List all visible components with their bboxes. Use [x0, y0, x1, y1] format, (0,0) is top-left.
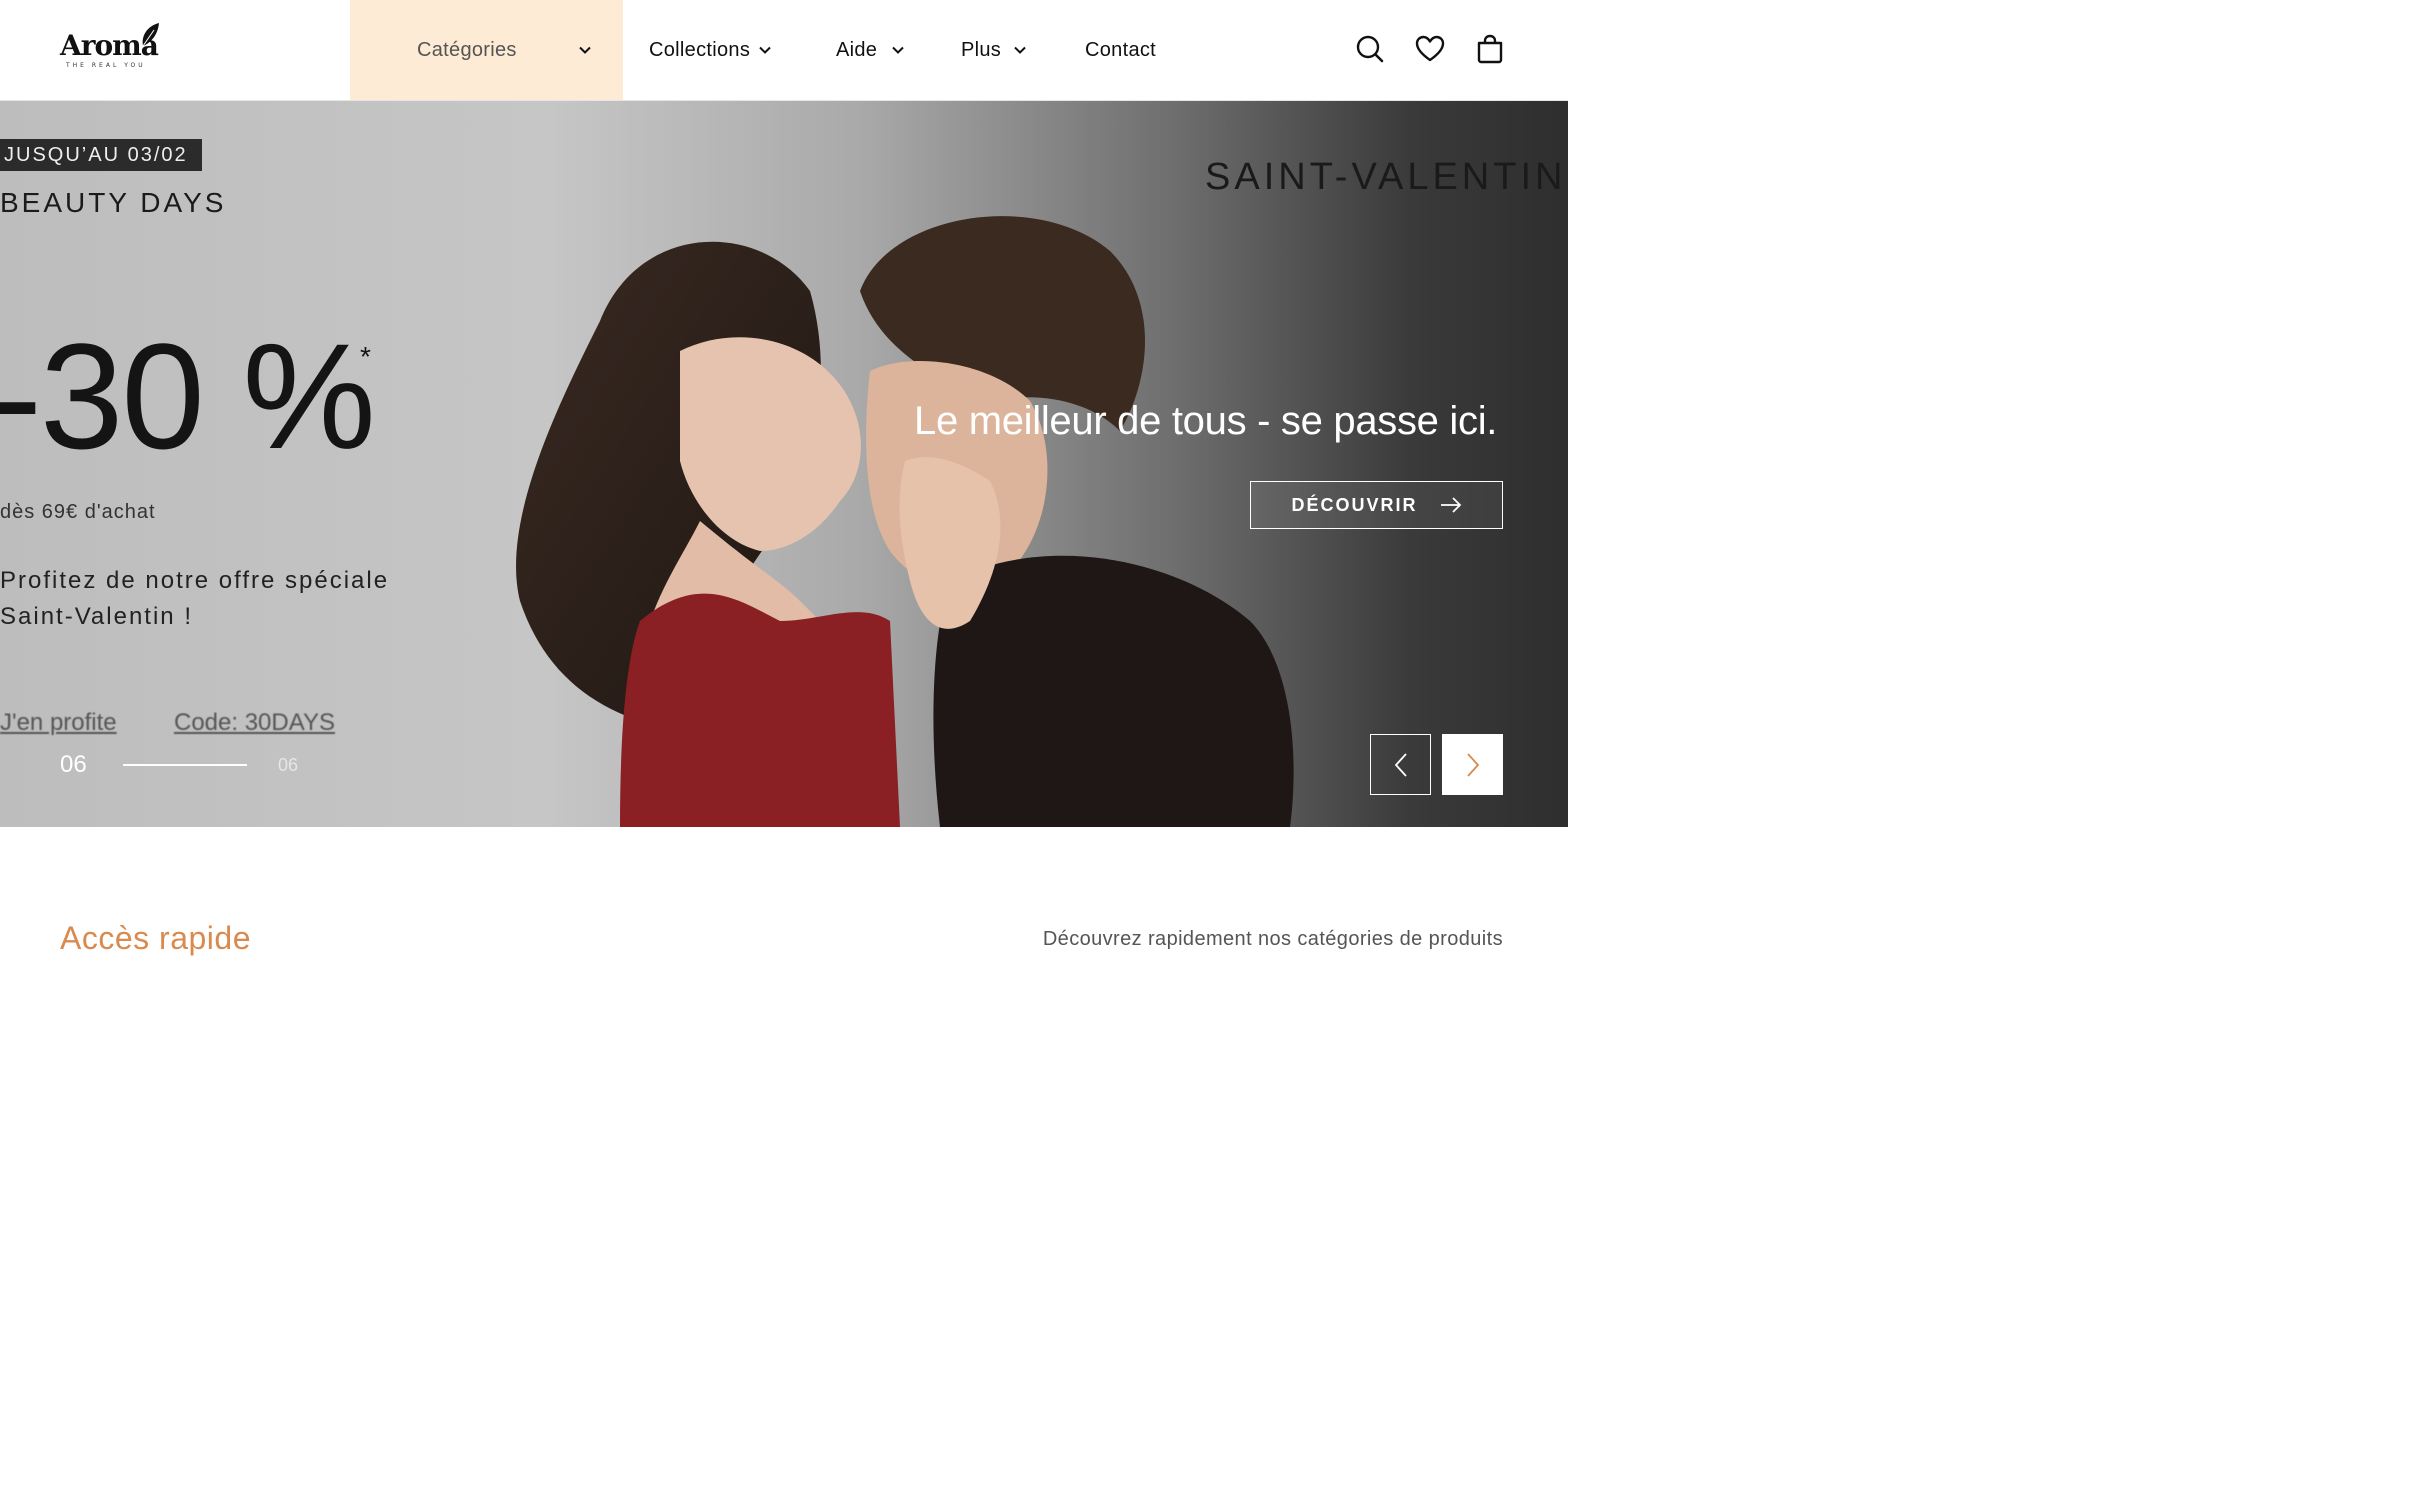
nav-contact-label: Contact	[1085, 38, 1157, 61]
arrow-right-icon	[1440, 497, 1461, 513]
chevron-down-icon	[892, 46, 904, 54]
slide-current: 06	[60, 751, 87, 778]
promo-date-badge: JUSQU’AU 03/02	[0, 139, 202, 171]
chevron-down-icon	[579, 46, 591, 54]
promo-discount: -30 %	[0, 312, 376, 480]
nav-categories[interactable]: Catégories	[350, 0, 623, 100]
promo-asterisk: *	[360, 341, 371, 372]
bag-icon	[1477, 34, 1503, 64]
nav-collections-label: Collections	[649, 38, 751, 61]
promo-code: Code: 30DAYS	[174, 709, 335, 736]
carousel-prev-button[interactable]	[1370, 734, 1431, 795]
search-icon	[1356, 35, 1384, 63]
discover-button-label: DÉCOUVRIR	[1291, 494, 1418, 515]
promo-event-title: BEAUTY DAYS	[0, 187, 227, 218]
quick-access-title: Accès rapide	[60, 920, 251, 956]
chevron-down-icon	[1014, 46, 1026, 54]
nav-categories-label: Catégories	[417, 38, 517, 61]
wishlist-button[interactable]	[1414, 33, 1446, 65]
promo-link[interactable]: J'en profite	[0, 709, 117, 737]
slide-total: 06	[278, 755, 299, 775]
quick-access-subtitle: Découvrez rapidement nos catégories de p…	[1042, 928, 1503, 950]
search-button[interactable]	[1354, 33, 1386, 65]
nav-contact[interactable]: Contact	[1085, 0, 1156, 100]
leaf-icon	[142, 23, 159, 47]
carousel-next-button[interactable]	[1442, 734, 1503, 795]
brand-logo[interactable]: Aroma THE REAL YOU	[60, 22, 170, 74]
campaign-label: SAINT-VALENTIN	[1205, 156, 1567, 198]
promo-offer-text: Profitez de notre offre spéciale Saint-V…	[0, 563, 389, 635]
promo-offer-line: Profitez de notre offre spéciale	[0, 567, 390, 594]
chevron-down-icon	[759, 46, 771, 54]
cart-button[interactable]	[1474, 33, 1506, 65]
nav-plus[interactable]: Plus	[961, 0, 1027, 100]
nav-aide[interactable]: Aide	[836, 0, 905, 100]
nav-plus-label: Plus	[961, 38, 1002, 61]
site-header: Aroma THE REAL YOU Catégories Collection…	[0, 0, 1568, 101]
promo-minimum: dès 69€ d'achat	[0, 501, 156, 523]
chevron-right-icon	[1466, 752, 1479, 777]
promo-offer-line: Saint-Valentin !	[0, 603, 193, 630]
hero-headline: Le meilleur de tous - se passe ici.	[914, 399, 1498, 443]
nav-collections[interactable]: Collections	[649, 0, 772, 100]
discover-button[interactable]: DÉCOUVRIR	[1250, 481, 1503, 529]
logo-tagline: THE REAL YOU	[66, 62, 146, 69]
chevron-left-icon	[1394, 752, 1407, 777]
hero-banner: JUSQU’AU 03/02 BEAUTY DAYS -30 % * dès 6…	[0, 101, 1568, 827]
heart-icon	[1415, 35, 1445, 62]
nav-aide-label: Aide	[836, 38, 878, 61]
slide-progress-bar	[123, 764, 247, 766]
